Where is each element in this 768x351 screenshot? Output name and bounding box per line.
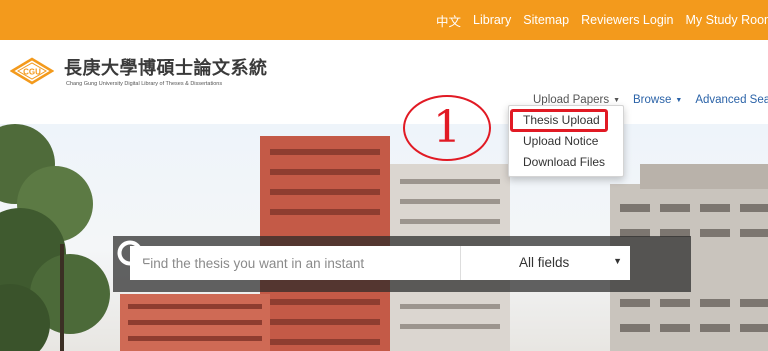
nav-browse[interactable]: Browse ▼ <box>633 94 682 106</box>
search-icon[interactable] <box>113 236 153 278</box>
site-header: CGU 長庚大學博碩士論文系統 Chang Gung University Di… <box>0 40 768 124</box>
caret-down-icon: ▼ <box>613 256 622 266</box>
university-logo-icon[interactable]: CGU <box>10 56 54 86</box>
caret-down-icon: ▼ <box>675 96 683 104</box>
nav-advanced-search[interactable]: Advanced Search <box>695 94 768 106</box>
menu-item-download-files[interactable]: Download Files <box>523 155 605 169</box>
top-link-my-study-room[interactable]: My Study Room <box>686 13 768 27</box>
site-title[interactable]: 長庚大學博碩士論文系統 <box>64 54 268 80</box>
top-bar: 中文 Library Sitemap Reviewers Login My St… <box>0 0 768 40</box>
top-link-reviewers-login[interactable]: Reviewers Login <box>581 13 673 27</box>
top-link-chinese[interactable]: 中文 <box>436 11 461 30</box>
hero-banner: All fields ▼ <box>0 124 768 351</box>
nav-browse-label: Browse <box>633 94 672 106</box>
search-field-selected: All fields <box>519 255 570 270</box>
logo-lettering: CGU <box>23 68 41 77</box>
search-field-select[interactable]: All fields ▼ <box>460 246 630 280</box>
top-links: 中文 Library Sitemap Reviewers Login My St… <box>436 0 768 40</box>
top-link-library[interactable]: Library <box>473 13 511 27</box>
nav-advanced-search-label: Advanced Search <box>695 94 768 106</box>
site-subtitle: Chang Gung University Digital Library of… <box>66 81 223 87</box>
top-link-sitemap[interactable]: Sitemap <box>523 13 569 27</box>
thesis-upload-highlight <box>510 109 608 132</box>
step-number: 1 <box>433 102 461 153</box>
thesis-search-input[interactable] <box>130 246 460 280</box>
search-panel: All fields ▼ <box>113 236 691 292</box>
menu-item-upload-notice[interactable]: Upload Notice <box>523 134 598 148</box>
caret-down-icon: ▼ <box>613 96 621 104</box>
